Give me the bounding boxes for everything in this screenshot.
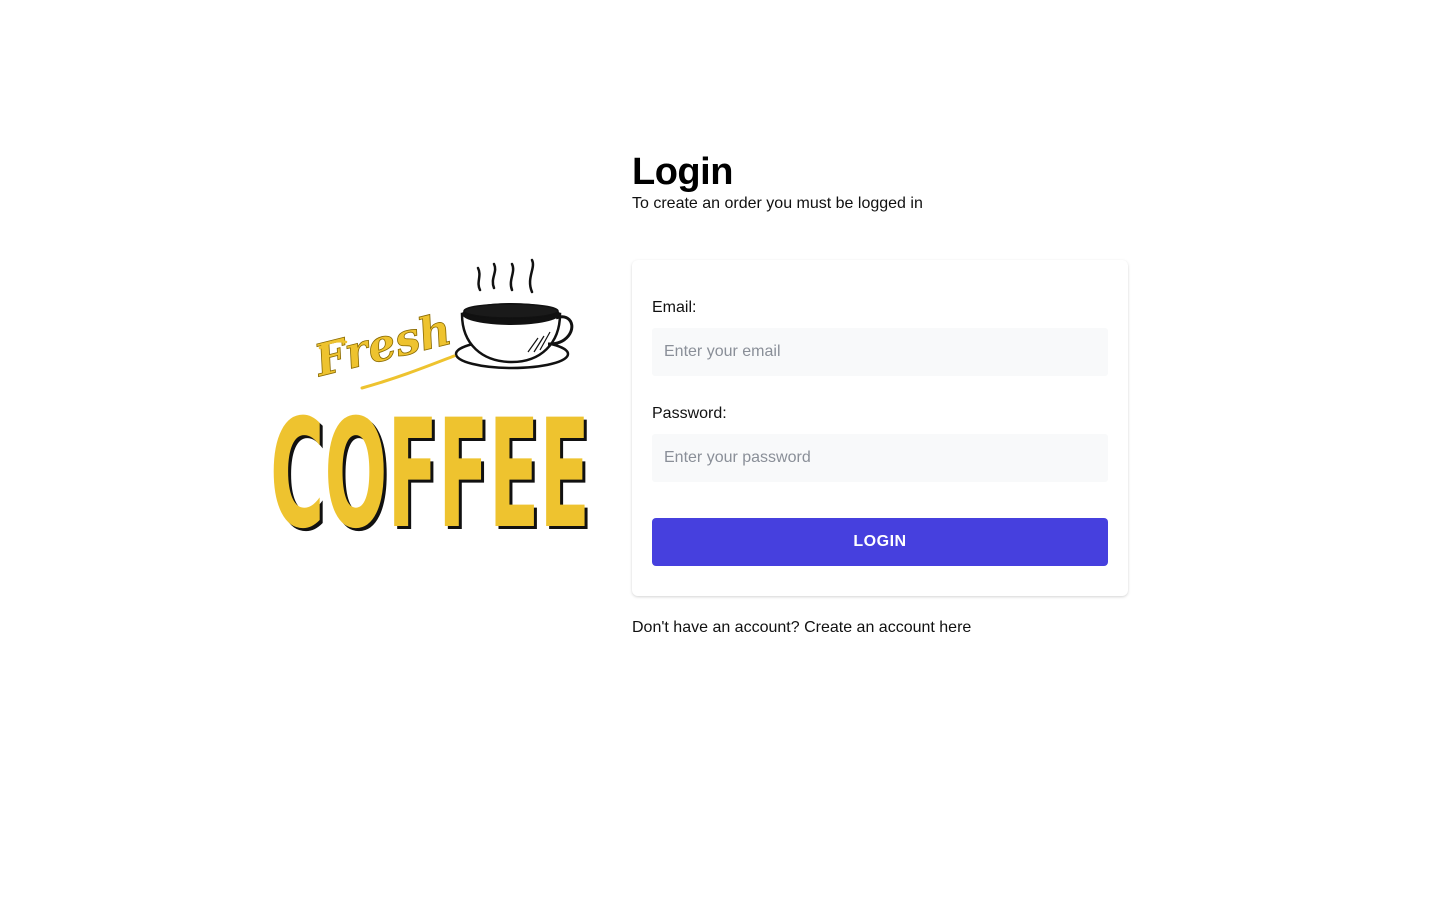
create-account-link[interactable]: Create an account here xyxy=(804,619,971,636)
password-field-group: Password: xyxy=(652,404,1108,482)
password-input[interactable] xyxy=(652,434,1108,482)
signup-prompt-text: Don't have an account? xyxy=(632,619,800,636)
email-field-group: Email: xyxy=(652,298,1108,376)
login-form-card: Email: Password: LOGIN xyxy=(632,260,1128,596)
page-title: Login xyxy=(632,151,733,193)
email-label: Email: xyxy=(652,299,697,316)
password-label: Password: xyxy=(652,405,727,422)
login-panel: Login To create an order you must be log… xyxy=(632,150,1128,636)
login-button[interactable]: LOGIN xyxy=(652,518,1108,566)
logo-fresh-text: Fresh xyxy=(308,304,457,387)
coffee-logo-graphic: Fresh COFFEE COFFEE xyxy=(270,258,593,536)
email-input[interactable] xyxy=(652,328,1108,376)
signup-prompt: Don't have an account? Create an account… xyxy=(632,618,971,638)
logo-coffee-text: COFFEE xyxy=(270,388,590,536)
page-subtitle: To create an order you must be logged in xyxy=(632,195,923,212)
login-page: Fresh COFFEE COFFEE Login To create an o… xyxy=(0,0,1440,900)
fresh-coffee-logo: Fresh COFFEE COFFEE xyxy=(268,256,598,536)
